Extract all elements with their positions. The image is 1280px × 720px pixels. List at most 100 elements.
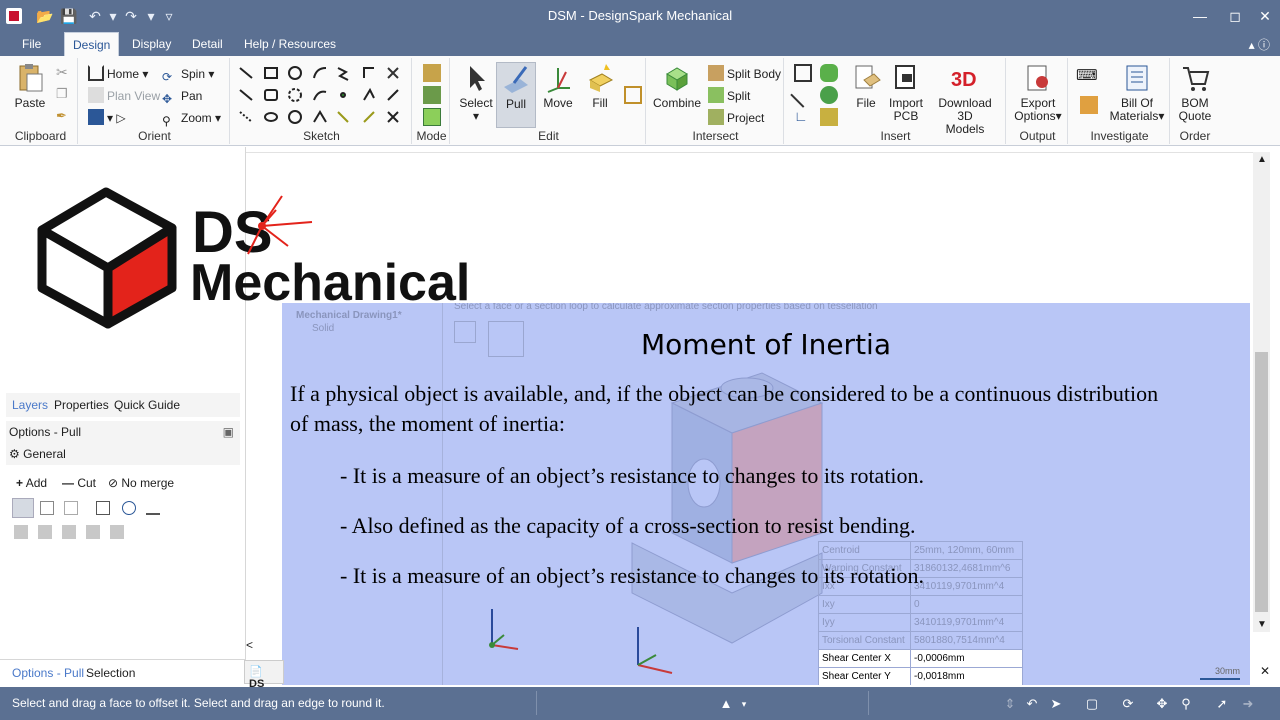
combine-button[interactable]: Combine — [652, 62, 702, 110]
direction-icon[interactable] — [64, 501, 78, 515]
order-group: BOM Quote Order — [1172, 58, 1218, 144]
3d-models-icon: 3D — [951, 69, 977, 91]
pin-icon[interactable]: ▣ — [223, 421, 234, 443]
axis-triad-icon — [489, 609, 519, 650]
triangle-up-icon[interactable]: ▲ — [718, 696, 734, 712]
slide-bullet-2: - Also defined as the capacity of a cros… — [340, 513, 916, 538]
vertical-scrollbar[interactable]: ▲ ▼ — [1253, 152, 1270, 632]
zoom-button[interactable]: ⚲ Zoom ▾ — [162, 108, 221, 128]
scroll-up-arrow[interactable]: ▲ — [1257, 154, 1267, 165]
split-body-button[interactable]: Split Body — [708, 64, 781, 84]
move-button[interactable]: Move — [538, 62, 578, 110]
select-button[interactable]: Select ▾ — [456, 62, 496, 123]
paste-button[interactable]: Paste — [10, 62, 50, 110]
tab-selection[interactable]: Selection — [86, 666, 135, 680]
ruler-icon[interactable] — [146, 501, 160, 515]
help-icons[interactable]: ▴ ⓘ — [1249, 36, 1270, 53]
spin-button[interactable]: ⟳ Spin ▾ — [162, 64, 214, 84]
sketch-label: Sketch — [303, 129, 340, 143]
export-icon — [1027, 65, 1048, 91]
home-button[interactable]: Home ▾ — [88, 64, 148, 84]
insert-file-button[interactable]: File — [848, 62, 884, 110]
tab-quick-guide[interactable]: Quick Guide — [114, 398, 180, 412]
property-value: -0,0006mm — [910, 649, 1023, 668]
bom-quote-button[interactable]: BOM Quote — [1174, 62, 1216, 123]
minimize-button[interactable]: — — [1185, 6, 1215, 26]
shell-icon[interactable] — [820, 108, 838, 126]
select-mode-icon[interactable]: ➤ — [1048, 696, 1064, 712]
scroll-thumb[interactable] — [1255, 352, 1268, 612]
bill-of-materials-icon — [1126, 65, 1148, 91]
sphere-icon[interactable] — [820, 86, 838, 104]
pull-mode-icon[interactable] — [12, 498, 34, 518]
revolve-icon[interactable] — [122, 501, 136, 515]
edit-status-icon[interactable]: ➜ — [1240, 696, 1256, 712]
tab-help-resources[interactable]: Help / Resources — [236, 32, 344, 56]
pan-button[interactable]: ✥ Pan — [162, 86, 202, 106]
pull-status-icon[interactable]: ➚ — [1214, 696, 1230, 712]
solid-options-icons[interactable] — [14, 525, 134, 539]
project-button[interactable]: Project — [708, 108, 764, 128]
measure-icon[interactable]: ⌨ — [1076, 66, 1098, 84]
scroll-left-arrow[interactable]: < — [246, 638, 256, 658]
spin-status-icon[interactable]: ⟳ — [1120, 696, 1136, 712]
axis-icon[interactable] — [790, 82, 816, 108]
box-select-icon[interactable]: ▢ — [1084, 696, 1100, 712]
plan-view-button[interactable]: Plan View — [88, 86, 160, 106]
document-tab[interactable]: 📄 DS — [244, 660, 284, 690]
tab-design[interactable]: Design — [64, 32, 120, 56]
mass-icon[interactable] — [1080, 96, 1098, 114]
sketch-tools-icon[interactable] — [236, 64, 408, 128]
export-options-button[interactable]: Export Options▾ — [1014, 62, 1062, 123]
scale-bar: 30mm — [1200, 666, 1240, 680]
property-name: Iyy — [818, 613, 911, 632]
section-mode-icon[interactable] — [423, 86, 441, 104]
general-section[interactable]: ⚙ General — [6, 443, 240, 465]
view-cube-button[interactable]: ▾ ▷ — [88, 108, 126, 128]
add-option[interactable]: + Add — [16, 476, 47, 490]
tab-options-pull[interactable]: Options - Pull — [12, 666, 84, 680]
tab-layers[interactable]: Layers — [12, 398, 48, 412]
property-value: -0,0018mm — [910, 667, 1023, 685]
updown-icon[interactable]: ⇕ — [1002, 696, 1018, 712]
sketch-mode-icon[interactable] — [423, 64, 441, 82]
download-3d-models-button[interactable]: 3D Download 3D Models — [930, 62, 1000, 136]
orient-group: Home ▾ Plan View ▾ ▷ ⟳ Spin ▾ ✥ Pan ⚲ Zoom … — [80, 58, 230, 144]
mode-group: Mode — [414, 58, 450, 144]
scroll-down-arrow[interactable]: ▼ — [1257, 619, 1267, 630]
format-painter-icon[interactable]: ✒ — [56, 108, 74, 126]
tab-detail[interactable]: Detail — [184, 32, 231, 56]
tab-properties[interactable]: Properties — [54, 398, 109, 412]
bill-of-materials-button[interactable]: Bill Of Materials▾ — [1108, 62, 1166, 123]
up-to-icon[interactable] — [96, 501, 110, 515]
copy-icon[interactable]: ❐ — [56, 86, 74, 104]
property-name: Torsional Constant — [818, 631, 911, 650]
pan-status-icon[interactable]: ✥ — [1154, 696, 1170, 712]
tab-display[interactable]: Display — [124, 32, 179, 56]
blend-icon[interactable] — [624, 86, 642, 104]
maximize-button[interactable]: ◻ — [1220, 6, 1250, 26]
cut-icon[interactable]: ✂ — [56, 64, 74, 82]
origin-icon[interactable]: ∟ — [794, 108, 812, 126]
import-pcb-button[interactable]: Import PCB — [886, 62, 926, 123]
pivot-icon[interactable] — [40, 501, 54, 515]
zoom-status-icon[interactable]: ⚲ — [1178, 696, 1194, 712]
dropdown-icon[interactable]: ▾ — [736, 696, 752, 712]
paste-icon — [19, 64, 43, 92]
pull-button[interactable]: Pull — [496, 62, 536, 128]
bottom-tabs: Options - Pull Selection — [0, 659, 246, 687]
close-document-icon[interactable]: ✕ — [1260, 664, 1270, 678]
property-value: 3410119,9701mm^4 — [910, 613, 1023, 632]
close-button[interactable]: ✕ — [1250, 6, 1280, 26]
cut-option[interactable]: — Cut — [62, 476, 96, 490]
split-button[interactable]: Split — [708, 86, 750, 106]
plane-icon[interactable] — [794, 64, 812, 82]
select-icon — [470, 66, 485, 91]
output-label: Output — [1019, 129, 1056, 143]
fill-button[interactable]: Fill — [580, 62, 620, 110]
cylinder-icon[interactable] — [820, 64, 838, 82]
no-merge-option[interactable]: ⊘ No merge — [108, 476, 174, 490]
undo-selection-icon[interactable]: ↶ — [1024, 696, 1040, 712]
tab-file[interactable]: File — [14, 32, 49, 56]
3d-mode-icon[interactable] — [423, 108, 441, 126]
